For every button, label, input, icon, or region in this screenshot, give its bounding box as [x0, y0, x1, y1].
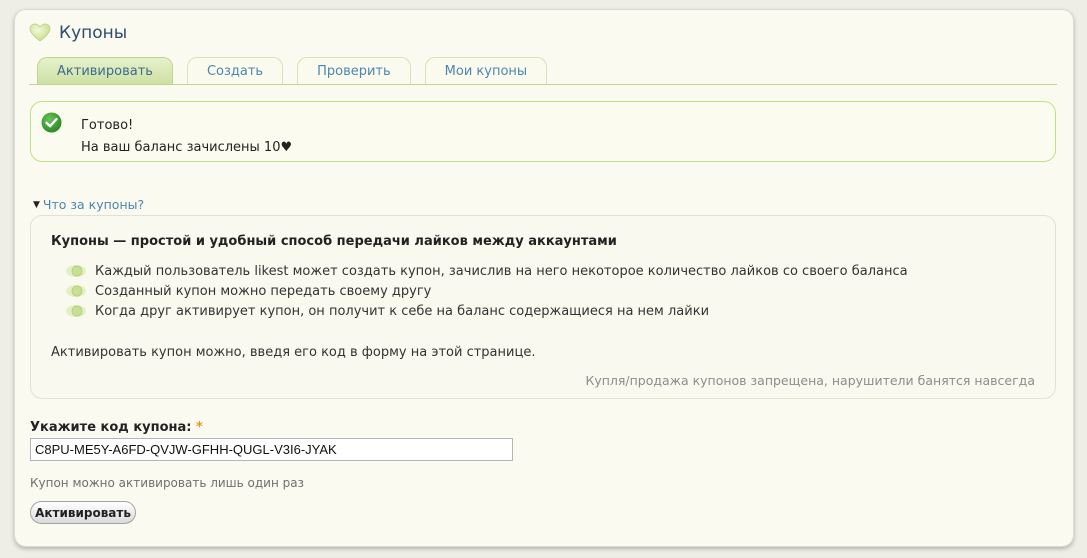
coupon-code-label: Укажите код купона: * [30, 420, 203, 435]
tab-activate[interactable]: Активировать [37, 57, 173, 84]
alert-message: Готово! На ваш баланс зачислены 10♥ [81, 115, 292, 159]
list-item: Созданный купон можно передать своему др… [65, 281, 908, 301]
check-circle-icon [41, 112, 62, 133]
tabs-divider [29, 84, 1057, 85]
heart-icon [29, 23, 51, 42]
info-heading: Купоны — простой и удобный способ переда… [51, 234, 617, 249]
heart-bullet-icon [66, 265, 86, 277]
heart-bullet-icon [66, 305, 86, 317]
info-warning: Купля/продажа купонов запрещена, нарушит… [585, 373, 1035, 388]
tab-bar: Активировать Создать Проверить Мои купон… [37, 57, 548, 85]
faq-toggle-label: Что за купоны? [42, 197, 145, 212]
alert-detail: На ваш баланс зачислены 10♥ [81, 140, 293, 155]
info-list: Каждый пользователь likest может создать… [65, 261, 908, 321]
alert-title: Готово! [81, 118, 134, 133]
coupon-code-hint: Купон можно активировать лишь один раз [30, 476, 304, 490]
tab-my-coupons[interactable]: Мои купоны [424, 57, 548, 84]
coupon-code-input[interactable] [30, 438, 513, 461]
page-title-text: Купоны [59, 23, 128, 43]
page-title: Купоны [29, 21, 127, 45]
faq-toggle[interactable]: ▼ Что за купоны? [33, 197, 144, 212]
activate-button[interactable]: Активировать [30, 501, 136, 524]
list-item: Когда друг активирует купон, он получит … [65, 301, 908, 321]
tab-create[interactable]: Создать [186, 57, 284, 84]
coupon-info-box: Купоны — простой и удобный способ переда… [30, 215, 1056, 399]
coupons-panel: Купоны Активировать Создать Проверить Мо… [14, 9, 1074, 547]
tab-check[interactable]: Проверить [297, 57, 411, 84]
success-alert: Готово! На ваш баланс зачислены 10♥ [30, 101, 1056, 162]
info-note: Активировать купон можно, введя его код … [51, 345, 536, 360]
triangle-down-icon: ▼ [33, 199, 40, 210]
required-mark: * [196, 420, 203, 435]
heart-bullet-icon [66, 285, 86, 297]
list-item: Каждый пользователь likest может создать… [65, 261, 908, 281]
